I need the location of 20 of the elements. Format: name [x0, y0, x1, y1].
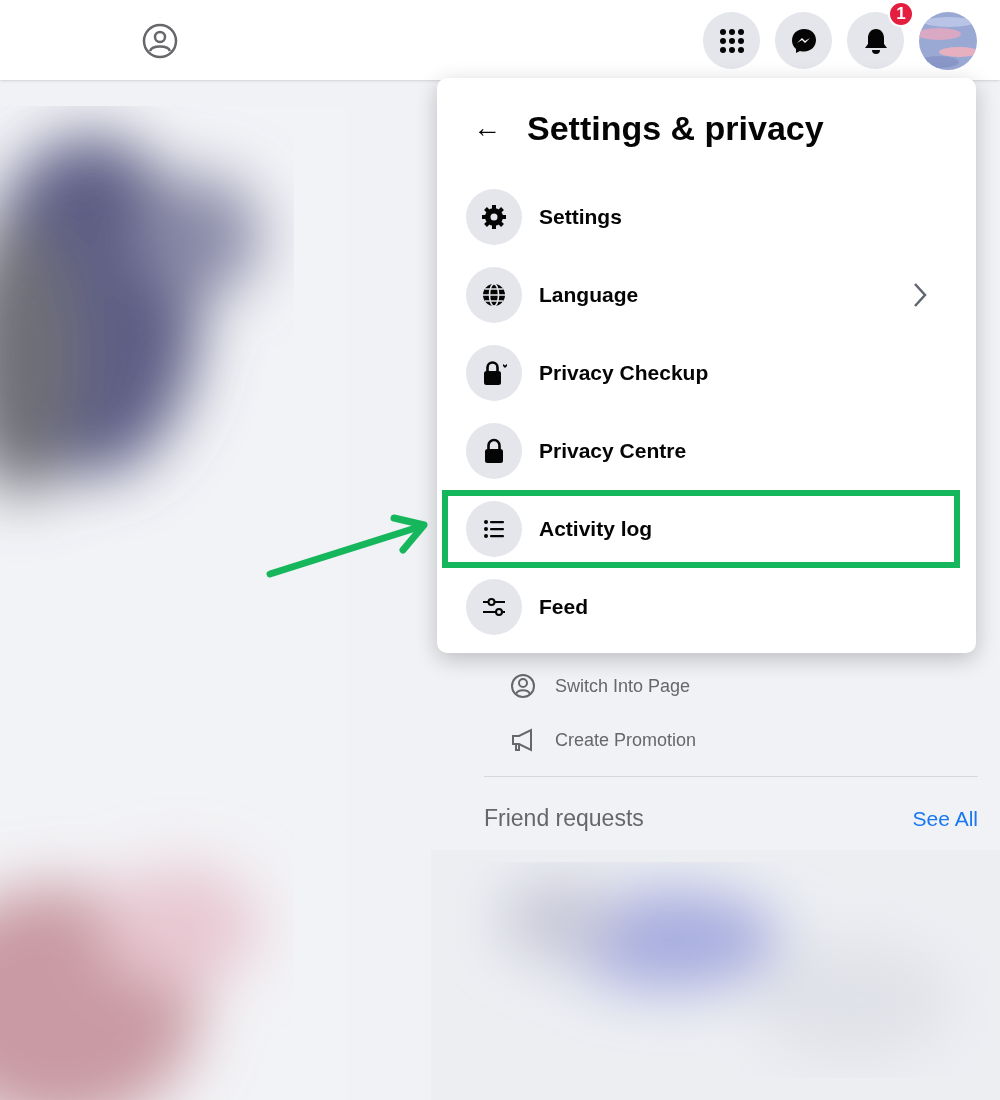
menu-item[interactable]: Privacy Centre: [442, 412, 960, 490]
globe-icon: [480, 281, 508, 309]
chat-bubble-icon: [789, 26, 818, 55]
see-all-link[interactable]: See All: [912, 802, 978, 834]
avatar[interactable]: [919, 12, 977, 70]
highlighted-menu-item[interactable]: Activity log: [442, 490, 960, 568]
menu-item[interactable]: Privacy Checkup: [442, 334, 960, 412]
grid-icon: [718, 27, 745, 54]
menu-item[interactable]: Language: [442, 256, 960, 334]
shortcut-link[interactable]: Switch Into Page: [555, 672, 691, 700]
notification-badge: 1: [888, 1, 914, 27]
gear-icon: [480, 203, 508, 231]
user-circle-icon: [509, 672, 537, 700]
menu-item[interactable]: Feed: [442, 568, 960, 646]
shortcut-link[interactable]: Create Promotion: [555, 726, 697, 754]
menu-item[interactable]: Settings: [442, 178, 960, 256]
menu-title: Settings & privacy: [527, 107, 824, 149]
back-button[interactable]: ←: [473, 107, 501, 149]
bell-icon: [862, 26, 889, 55]
section-heading: Friend requests: [484, 804, 644, 833]
